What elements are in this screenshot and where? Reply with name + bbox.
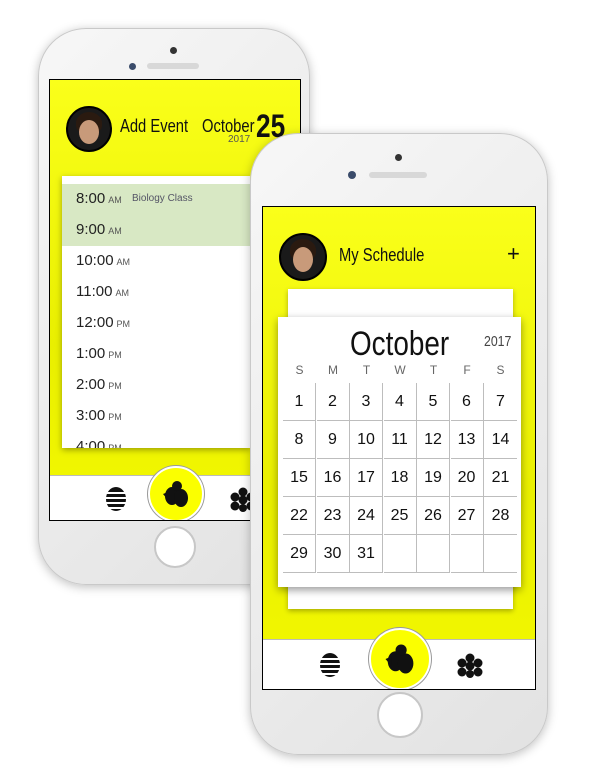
calendar-day[interactable]: 19 bbox=[417, 459, 450, 497]
schedule-slot[interactable]: 9:00 AM bbox=[62, 215, 250, 247]
calendar-day[interactable]: 3 bbox=[350, 383, 383, 421]
calendar-day[interactable]: 30 bbox=[316, 535, 350, 573]
front-camera bbox=[395, 154, 402, 161]
weekday-label: W bbox=[394, 363, 406, 377]
schedule-slot[interactable]: 1:00 PM bbox=[62, 339, 250, 371]
calendar-day[interactable]: 23 bbox=[316, 497, 350, 535]
schedule-slot[interactable]: 2:00 PM bbox=[62, 370, 250, 402]
bee-button[interactable] bbox=[369, 628, 431, 689]
calendar-day[interactable]: 18 bbox=[383, 459, 417, 497]
calendar-day[interactable]: 31 bbox=[350, 535, 383, 573]
calendar-empty-cell bbox=[417, 535, 450, 573]
slot-event[interactable]: Biology Class bbox=[132, 193, 193, 204]
screen-my-schedule: My Schedule + October 2017 SMTWTFS123456… bbox=[262, 206, 536, 690]
calendar-day[interactable]: 8 bbox=[283, 421, 316, 459]
slot-ampm: PM bbox=[108, 350, 122, 360]
schedule-slot[interactable]: 10:00 AM bbox=[62, 246, 250, 278]
slot-time: 8:00 AM bbox=[76, 190, 122, 207]
earpiece bbox=[147, 63, 199, 69]
calendar-day[interactable]: 5 bbox=[417, 383, 450, 421]
avatar[interactable] bbox=[66, 106, 112, 152]
slot-time: 11:00 AM bbox=[76, 283, 129, 300]
front-sensor bbox=[348, 171, 356, 179]
calendar-day[interactable]: 12 bbox=[417, 421, 450, 459]
avatar[interactable] bbox=[279, 233, 327, 281]
calendar-day[interactable]: 26 bbox=[417, 497, 450, 535]
page-title: Add Event bbox=[120, 116, 189, 136]
slot-ampm: PM bbox=[116, 319, 131, 329]
calendar-day[interactable]: 1 bbox=[283, 383, 316, 421]
weekday-label: T bbox=[362, 363, 371, 377]
front-sensor bbox=[129, 63, 136, 70]
calendar-day[interactable]: 14 bbox=[484, 421, 517, 459]
weekday-label: T bbox=[429, 363, 438, 377]
slot-ampm: PM bbox=[108, 412, 122, 422]
bee-icon bbox=[163, 481, 188, 507]
calendar-day[interactable]: 28 bbox=[484, 497, 517, 535]
calendar-day[interactable]: 6 bbox=[450, 383, 484, 421]
weekday-label: S bbox=[295, 363, 304, 377]
slot-ampm: AM bbox=[116, 257, 131, 267]
slot-ampm: AM bbox=[108, 226, 122, 236]
calendar-year: 2017 bbox=[484, 333, 512, 350]
calendar-day[interactable]: 11 bbox=[383, 421, 417, 459]
schedule-slot[interactable]: 8:00 AM Biology Class bbox=[62, 184, 250, 216]
weekday-label: M bbox=[328, 363, 338, 377]
slot-ampm: AM bbox=[108, 195, 122, 205]
calendar-day[interactable]: 2 bbox=[316, 383, 350, 421]
hive-icon[interactable] bbox=[105, 486, 127, 517]
calendar-day[interactable]: 17 bbox=[350, 459, 383, 497]
page-title: My Schedule bbox=[339, 245, 425, 265]
slot-ampm: AM bbox=[115, 288, 129, 298]
tab-bar bbox=[263, 628, 535, 689]
calendar-day[interactable]: 9 bbox=[316, 421, 350, 459]
calendar-day[interactable]: 21 bbox=[484, 459, 517, 497]
schedule-list[interactable]: 8:00 AM Biology Class 9:00 AM 10:00 AM 11:00 AM 1… bbox=[62, 176, 250, 448]
calendar-day[interactable]: 29 bbox=[283, 535, 316, 573]
slot-time: 2:00 PM bbox=[76, 376, 122, 393]
earpiece bbox=[369, 172, 427, 178]
slot-time: 3:00 PM bbox=[76, 407, 122, 424]
schedule-slot[interactable]: 12:00 PM bbox=[62, 308, 250, 340]
calendar-empty-cell bbox=[450, 535, 484, 573]
calendar-card: October 2017 S M T W T F S 1 2 3 4 5 6 7 8 9 10 11 12 13 14 1… bbox=[278, 317, 521, 587]
phone-my-schedule: My Schedule + October 2017 SMTWTFS123456… bbox=[250, 133, 548, 755]
front-camera bbox=[170, 47, 177, 54]
slot-time: 1:00 PM bbox=[76, 345, 122, 362]
calendar-empty-cell bbox=[383, 535, 417, 573]
weekday-label: F bbox=[463, 363, 471, 377]
calendar-day[interactable]: 15 bbox=[283, 459, 316, 497]
weekday-label: S bbox=[496, 363, 505, 377]
calendar-day[interactable]: 20 bbox=[450, 459, 484, 497]
home-button[interactable] bbox=[154, 526, 196, 568]
calendar-day[interactable]: 4 bbox=[383, 383, 417, 421]
schedule-slot[interactable]: 3:00 PM bbox=[62, 401, 250, 433]
date-year: 2017 bbox=[228, 134, 251, 145]
hive-icon[interactable] bbox=[319, 652, 341, 683]
slot-time: 10:00 AM bbox=[76, 252, 131, 269]
bee-button[interactable] bbox=[148, 466, 204, 520]
calendar-day[interactable]: 22 bbox=[283, 497, 316, 535]
calendar-empty-cell bbox=[484, 535, 517, 573]
calendar-month: October bbox=[350, 325, 450, 363]
slot-time: 9:00 AM bbox=[76, 221, 122, 238]
calendar-day[interactable]: 13 bbox=[450, 421, 484, 459]
add-icon[interactable]: + bbox=[507, 241, 520, 267]
home-button[interactable] bbox=[377, 692, 423, 738]
calendar-grid: S M T W T F S 1 2 3 4 5 6 7 8 9 10 11 12 13 14 15 16 17 18 19 20 21… bbox=[283, 361, 518, 586]
slot-time: 4:00 PM bbox=[76, 438, 122, 448]
calendar-day[interactable]: 7 bbox=[484, 383, 517, 421]
calendar-day[interactable]: 10 bbox=[350, 421, 383, 459]
honeycomb-icon[interactable] bbox=[457, 652, 483, 683]
calendar-day[interactable]: 25 bbox=[383, 497, 417, 535]
calendar-day[interactable]: 16 bbox=[316, 459, 350, 497]
slot-ampm: PM bbox=[108, 381, 122, 391]
schedule-slot[interactable]: 11:00 AM bbox=[62, 277, 250, 309]
slot-ampm: PM bbox=[108, 443, 122, 448]
schedule-slot[interactable]: 4:00 PM bbox=[62, 432, 250, 448]
slot-time: 12:00 PM bbox=[76, 314, 131, 331]
bee-icon bbox=[385, 644, 414, 674]
calendar-day[interactable]: 27 bbox=[450, 497, 484, 535]
calendar-day[interactable]: 24 bbox=[350, 497, 383, 535]
